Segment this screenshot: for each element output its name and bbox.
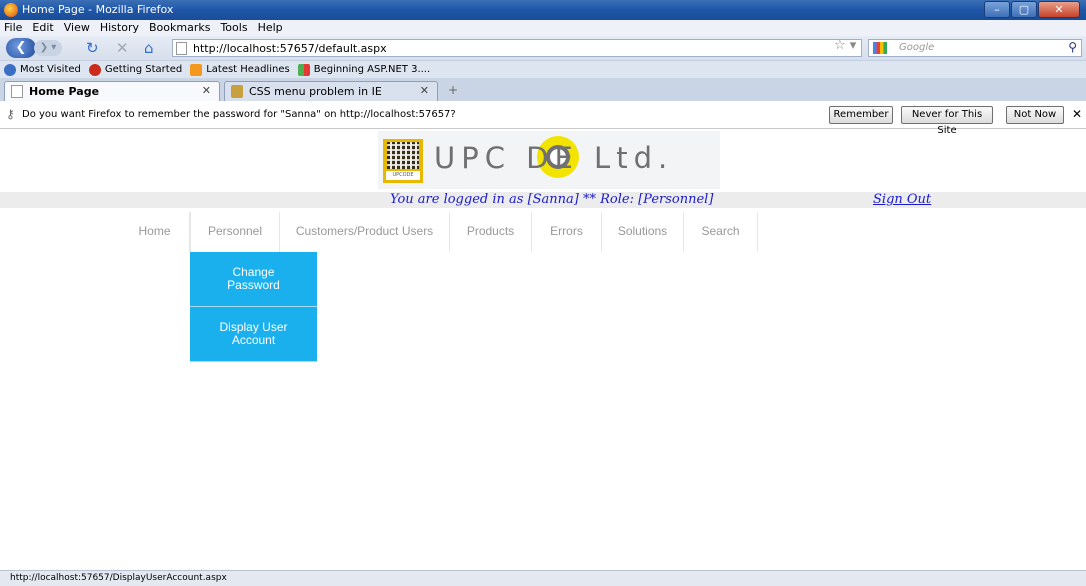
url-text: http://localhost:57657/default.aspx (193, 42, 387, 55)
bookmark-most-visited[interactable]: Most Visited (4, 63, 81, 76)
logo-mini-label: UPCODE (386, 171, 420, 180)
menu-file[interactable]: File (4, 20, 22, 36)
close-tab-icon[interactable]: ✕ (420, 84, 429, 97)
stop-icon[interactable]: ✕ (116, 39, 129, 57)
nav-solutions[interactable]: Solutions (602, 212, 684, 252)
search-placeholder: Google (899, 42, 935, 53)
remember-button[interactable]: Remember (829, 106, 893, 124)
menu-edit[interactable]: Edit (32, 20, 53, 36)
never-for-site-button[interactable]: Never for This Site (901, 106, 993, 136)
firefox-icon (4, 3, 18, 17)
nav-personnel[interactable]: Personnel (190, 212, 280, 252)
close-notification-icon[interactable]: ✕ (1072, 107, 1082, 121)
browser-status-bar: http://localhost:57657/DisplayUserAccoun… (0, 570, 1086, 586)
main-navigation: Home Personnel Customers/Product Users P… (0, 212, 1086, 252)
tab-home-page[interactable]: Home Page ✕ (4, 81, 220, 101)
not-now-button[interactable]: Not Now (1006, 106, 1064, 124)
password-notification-bar: ⚷ Do you want Firefox to remember the pa… (0, 101, 1086, 136)
menu-display-user-account[interactable]: Display User Account (190, 307, 317, 362)
home-icon[interactable]: ⌂ (144, 39, 154, 57)
nav-home[interactable]: Home (120, 212, 190, 252)
tab-css-menu-problem[interactable]: CSS menu problem in IE ✕ (224, 81, 438, 101)
search-icon[interactable]: ⚲ (1068, 40, 1077, 54)
star-icon[interactable]: ☆ ▾ (834, 38, 856, 53)
status-url: http://localhost:57657/DisplayUserAccoun… (10, 573, 227, 583)
login-status-text: You are logged in as [Sanna] ** Role: [P… (390, 192, 714, 207)
url-input[interactable]: http://localhost:57657/default.aspx (172, 39, 862, 57)
menu-tools[interactable]: Tools (220, 20, 247, 36)
close-tab-icon[interactable]: ✕ (202, 84, 211, 97)
navigation-toolbar: ❮ ❯ ▾ ↻ ✕ ⌂ http://localhost:57657/defau… (0, 36, 1086, 60)
maximize-button[interactable]: ▢ (1011, 1, 1037, 18)
back-icon[interactable]: ❮ (6, 38, 36, 58)
forward-icon[interactable]: ❯ ▾ (34, 40, 62, 56)
site-logo[interactable]: UPCODE UPC DE Ltd. (378, 131, 720, 189)
window-controls: – ▢ ✕ (983, 1, 1080, 18)
bookmark-getting-started[interactable]: Getting Started (88, 63, 182, 76)
user-status-bar: You are logged in as [Sanna] ** Role: [P… (0, 192, 1086, 208)
tab-strip: Home Page ✕ CSS menu problem in IE ✕ + (0, 78, 1086, 101)
new-tab-icon[interactable]: + (442, 83, 464, 99)
bookmark-beginning-aspnet[interactable]: Beginning ASP.NET 3.... (297, 63, 430, 76)
barcode-logo-icon: UPCODE (383, 139, 423, 183)
notification-message: Do you want Firefox to remember the pass… (22, 109, 456, 120)
menu-help[interactable]: Help (258, 20, 283, 36)
most-visited-icon (4, 63, 16, 76)
page-icon (11, 85, 23, 98)
menu-bar: File Edit View History Bookmarks Tools H… (0, 20, 1086, 36)
bookmarks-toolbar: Most Visited Getting Started Latest Head… (0, 60, 1086, 78)
forum-icon (231, 85, 243, 98)
nav-errors[interactable]: Errors (532, 212, 602, 252)
rss-icon (190, 63, 203, 76)
window-title: Home Page - Mozilla Firefox (22, 3, 174, 16)
nav-search[interactable]: Search (684, 212, 758, 252)
menu-change-password[interactable]: Change Password (190, 252, 317, 307)
bookmark-latest-headlines[interactable]: Latest Headlines (190, 63, 290, 76)
close-window-button[interactable]: ✕ (1038, 1, 1080, 18)
menu-bookmarks[interactable]: Bookmarks (149, 20, 210, 36)
nav-products[interactable]: Products (450, 212, 532, 252)
page-icon (176, 42, 187, 55)
menu-history[interactable]: History (100, 20, 139, 36)
minimize-button[interactable]: – (984, 1, 1010, 18)
personnel-dropdown-menu: Change Password Display User Account (190, 252, 317, 362)
search-input[interactable]: Google ⚲ (868, 39, 1082, 57)
google-icon[interactable] (873, 42, 887, 54)
window-titlebar: Home Page - Mozilla Firefox – ▢ ✕ (0, 0, 1086, 20)
logo-text: UPC DE Ltd. (434, 141, 674, 175)
reload-icon[interactable]: ↻ (86, 39, 99, 57)
sign-out-link[interactable]: Sign Out (873, 192, 931, 207)
key-icon: ⚷ (6, 107, 15, 121)
menu-view[interactable]: View (64, 20, 90, 36)
nav-customers-product-users[interactable]: Customers/Product Users (280, 212, 450, 252)
firefox-bookmark-icon (88, 63, 101, 76)
aspnet-icon (297, 63, 310, 76)
